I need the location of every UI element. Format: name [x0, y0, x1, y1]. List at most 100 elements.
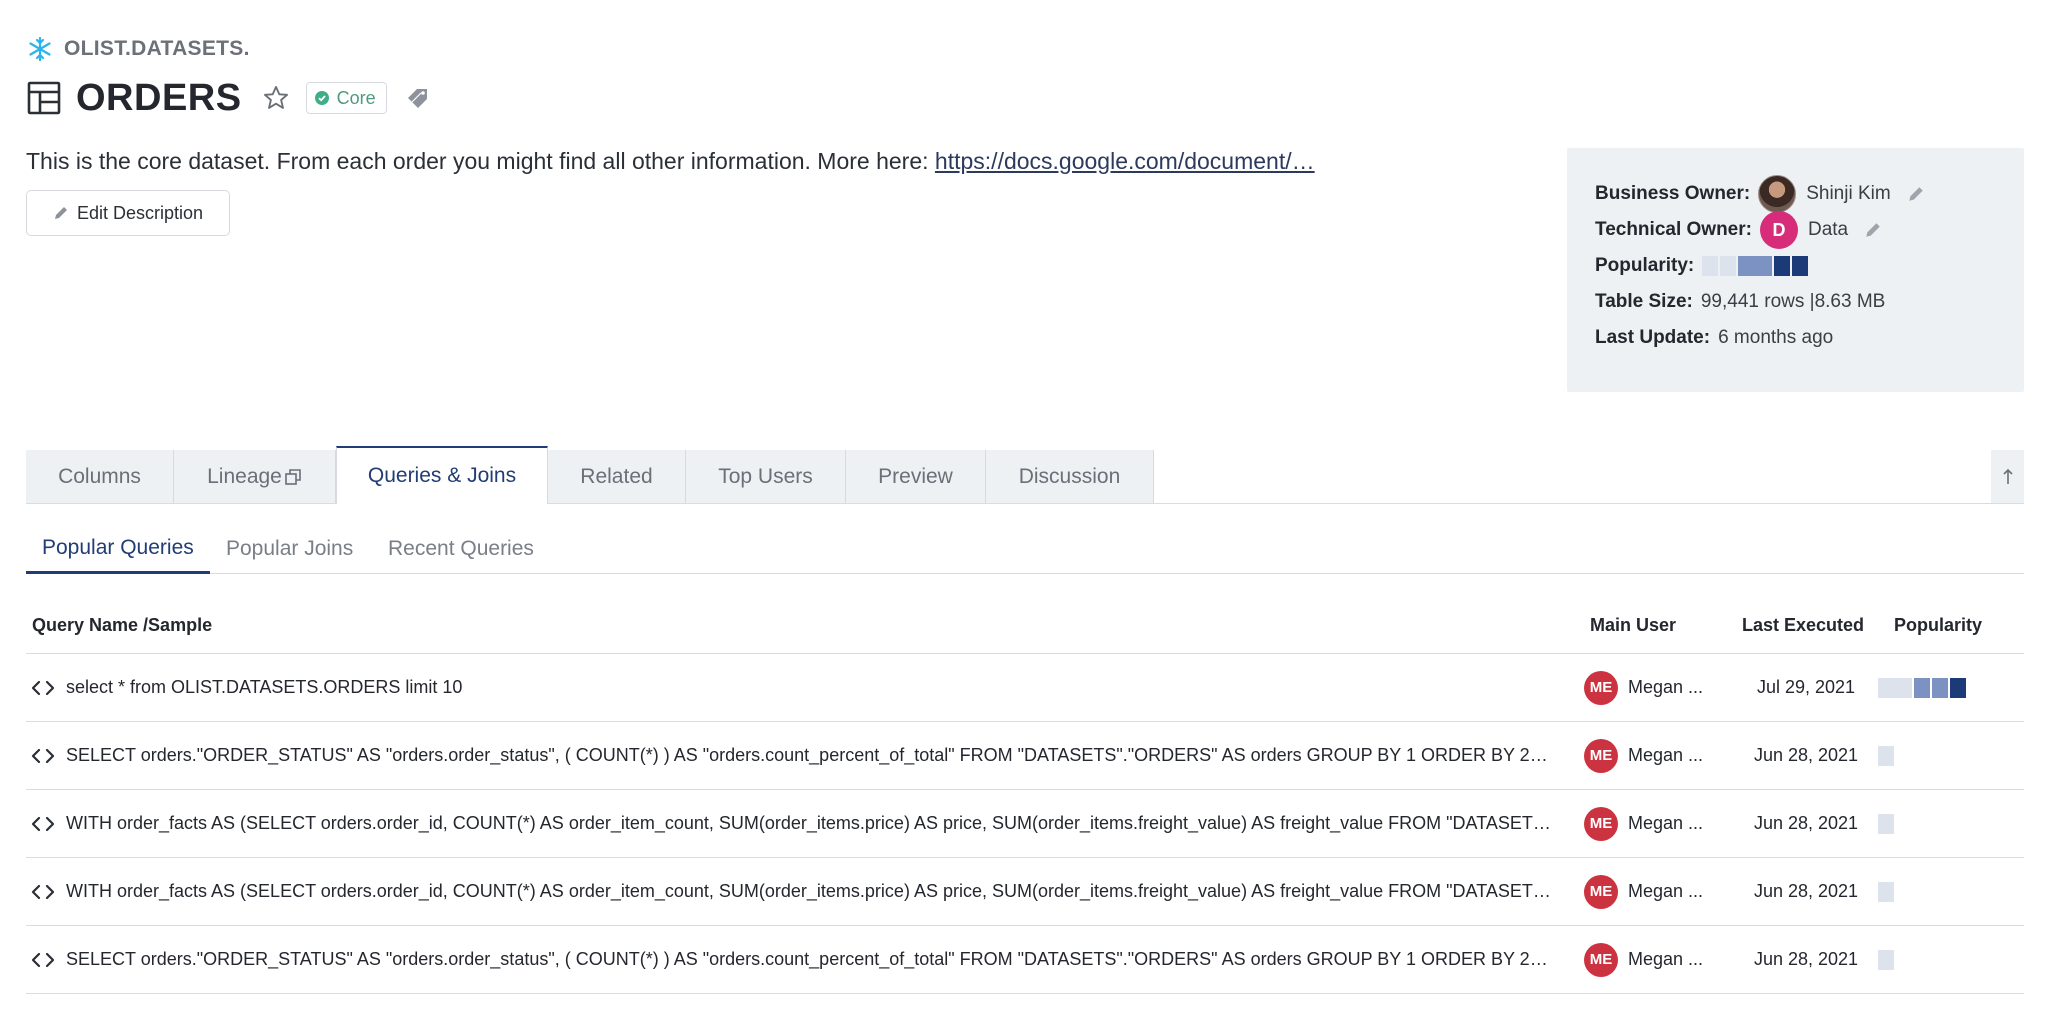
subtab-popular-joins[interactable]: Popular Joins [226, 524, 353, 574]
description-link[interactable]: https://docs.google.com/document/… [935, 148, 1315, 174]
code-icon[interactable] [30, 881, 56, 903]
tab-label: Columns [58, 464, 141, 488]
table-row[interactable]: select * from OLIST.DATASETS.ORDERS limi… [26, 654, 2024, 722]
pencil-icon[interactable] [1907, 185, 1925, 203]
core-badge: Core [305, 82, 387, 114]
popularity-meter [1878, 677, 1966, 698]
tag-icon[interactable] [405, 85, 431, 111]
business-owner-row: Business Owner: Shinji Kim [1595, 175, 1996, 213]
last-executed-cell: Jun 28, 2021 [1742, 926, 1870, 993]
last-executed-date: Jun 28, 2021 [1753, 745, 1859, 765]
business-owner-name[interactable]: Shinji Kim [1806, 183, 1890, 205]
popularity-meter [1878, 949, 1894, 970]
subtab-label: Recent Queries [388, 537, 534, 560]
last-executed-date: Jun 28, 2021 [1753, 813, 1859, 833]
code-icon[interactable] [30, 745, 56, 767]
column-header-popularity[interactable]: Popularity [1894, 596, 1982, 654]
tab-label: Discussion [1018, 464, 1121, 488]
user-name[interactable]: Megan ... [1628, 813, 1703, 834]
subtab-label: Popular Joins [226, 537, 354, 560]
table-row[interactable]: WITH order_facts AS (SELECT orders.order… [26, 858, 2024, 926]
column-header-query[interactable]: Query Name /Sample [32, 596, 212, 654]
table-row[interactable]: WITH order_facts AS (SELECT orders.order… [26, 790, 2024, 858]
code-icon[interactable] [30, 677, 56, 699]
subtab-recent-queries[interactable]: Recent Queries [388, 524, 534, 574]
tab-label: Related [580, 464, 653, 488]
user-name[interactable]: Megan ... [1628, 881, 1703, 902]
tab-columns[interactable]: Columns [26, 450, 174, 503]
table-row[interactable]: SELECT orders."ORDER_STATUS" AS "orders.… [26, 926, 2024, 994]
avatar[interactable]: ME [1584, 806, 1618, 841]
technical-owner-name[interactable]: Data [1808, 219, 1848, 241]
tab-discussion[interactable]: Discussion [986, 450, 1154, 503]
breadcrumb-path[interactable]: OLIST.DATASETS. [64, 37, 250, 61]
code-icon[interactable] [30, 813, 56, 835]
popularity-segment [1702, 256, 1719, 276]
popularity-cell [1878, 790, 1894, 857]
tab-label: Lineage [207, 464, 282, 488]
popularity-segment [1774, 256, 1791, 276]
scroll-to-top-button[interactable] [1991, 450, 2024, 503]
popularity-cell [1878, 858, 1894, 925]
last-executed-date: Jul 29, 2021 [1756, 677, 1856, 697]
code-cell [30, 654, 56, 721]
snowflake-icon [26, 35, 54, 63]
column-header-main-user[interactable]: Main User [1590, 596, 1676, 654]
description: This is the core dataset. From each orde… [26, 148, 1315, 175]
user-cell: ME Megan ... [1584, 722, 1703, 789]
last-update-value: 6 months ago [1718, 327, 1834, 348]
avatar[interactable] [1758, 175, 1797, 213]
popularity-cell [1878, 654, 1966, 721]
star-icon[interactable] [262, 84, 290, 112]
pencil-icon[interactable] [1864, 221, 1882, 239]
query-text[interactable]: select * from OLIST.DATASETS.ORDERS limi… [66, 677, 1551, 698]
tab-preview[interactable]: Preview [846, 450, 986, 503]
page-title: ORDERS [76, 76, 242, 119]
tab-top-users[interactable]: Top Users [686, 450, 846, 503]
popularity-segment [1950, 677, 1966, 698]
code-cell [30, 926, 56, 993]
avatar[interactable]: ME [1584, 738, 1618, 773]
user-name[interactable]: Megan ... [1628, 745, 1703, 766]
column-header-last-executed[interactable]: Last Executed [1742, 596, 1864, 654]
popularity-segment [1878, 745, 1894, 766]
tab-related[interactable]: Related [548, 450, 686, 503]
subtab-bar: Popular Queries Popular Joins Recent Que… [26, 524, 2024, 574]
popularity-segment [1932, 677, 1948, 698]
user-cell: ME Megan ... [1584, 858, 1703, 925]
code-icon[interactable] [30, 949, 56, 971]
table-size-label: Table Size: [1595, 291, 1693, 312]
user-name[interactable]: Megan ... [1628, 949, 1703, 970]
query-text[interactable]: WITH order_facts AS (SELECT orders.order… [66, 881, 1551, 902]
user-name[interactable]: Megan ... [1628, 677, 1703, 698]
query-text[interactable]: SELECT orders."ORDER_STATUS" AS "orders.… [66, 949, 1551, 970]
popularity-row: Popularity: [1595, 250, 1996, 282]
edit-description-button[interactable]: Edit Description [26, 190, 230, 236]
last-executed-date: Jun 28, 2021 [1753, 949, 1859, 969]
table-header: Query Name /Sample Main User Last Execut… [26, 596, 2024, 654]
popularity-segment [1878, 813, 1894, 834]
info-panel: Business Owner: Shinji Kim Technical Own… [1567, 148, 2024, 392]
popularity-label: Popularity: [1595, 255, 1695, 276]
technical-owner-label: Technical Owner: [1595, 219, 1752, 240]
avatar[interactable]: ME [1584, 874, 1618, 909]
tab-lineage[interactable]: Lineage [174, 450, 336, 503]
tab-label: Queries & Joins [367, 464, 517, 487]
query-cell: WITH order_facts AS (SELECT orders.order… [66, 790, 1551, 857]
table-body: select * from OLIST.DATASETS.ORDERS limi… [26, 654, 2024, 994]
last-executed-cell: Jun 28, 2021 [1742, 858, 1870, 925]
last-update-row: Last Update: 6 months ago [1595, 322, 1996, 354]
popularity-cell [1878, 722, 1894, 789]
query-text[interactable]: WITH order_facts AS (SELECT orders.order… [66, 813, 1551, 834]
code-cell [30, 722, 56, 789]
avatar[interactable]: ME [1584, 670, 1618, 705]
subtab-popular-queries[interactable]: Popular Queries [26, 524, 210, 574]
table-row[interactable]: SELECT orders."ORDER_STATUS" AS "orders.… [26, 722, 2024, 790]
last-executed-cell: Jul 29, 2021 [1742, 654, 1870, 721]
query-text[interactable]: SELECT orders."ORDER_STATUS" AS "orders.… [66, 745, 1551, 766]
tab-queries-joins[interactable]: Queries & Joins [336, 446, 548, 504]
avatar[interactable]: D [1759, 211, 1798, 249]
popularity-meter [1878, 813, 1894, 834]
avatar[interactable]: ME [1584, 942, 1618, 977]
tab-bar: Columns Lineage Queries & Joins Related … [26, 446, 2024, 504]
